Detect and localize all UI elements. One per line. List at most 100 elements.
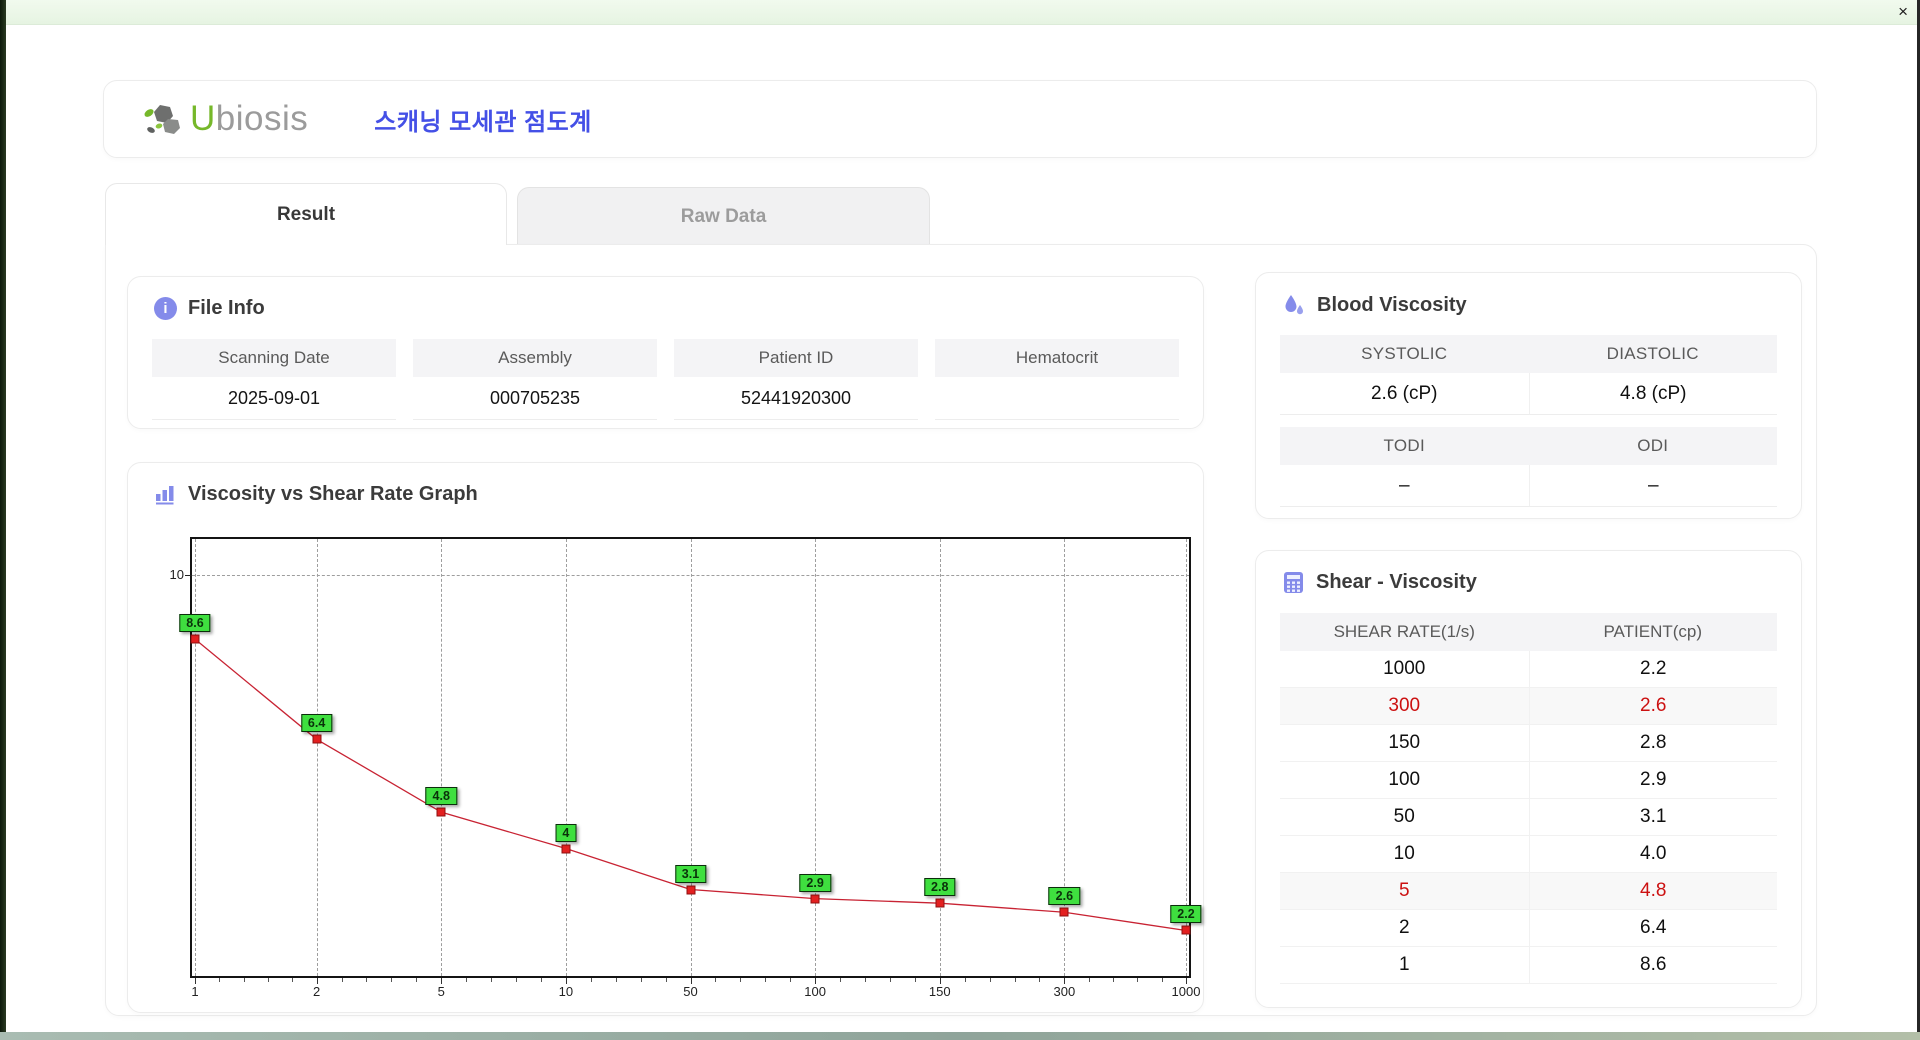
patient-cell: 2.2 (1528, 651, 1778, 687)
shear-rate-cell: 1000 (1383, 658, 1426, 679)
shear-rate-cell: 5 (1398, 880, 1410, 901)
file-info-field-label: Assembly (413, 339, 657, 377)
table-row: 5 4.8 (1280, 873, 1777, 910)
file-info-field-value: 2025-09-01 (152, 377, 396, 420)
odi-header: ODI (1528, 427, 1777, 465)
x-tick-label: 300 (1053, 984, 1076, 999)
x-minor-tick (1039, 978, 1041, 982)
chart-x-axis-labels: 1 2 5 10 50 100 150 300 1000 (191, 984, 1200, 1004)
x-minor-tick (219, 978, 221, 982)
window-titlebar: × (6, 0, 1920, 25)
blood-viscosity-title: Blood Viscosity (1317, 293, 1467, 316)
diastolic-value: 4.8 (cP) (1528, 373, 1777, 415)
todi-header: TODI (1280, 427, 1529, 465)
app-window: × Ubiosis 스캐닝 모세관 점도계 Result Raw Data i … (0, 0, 1920, 1040)
x-minor-tick (989, 978, 991, 982)
x-minor-tick (292, 978, 294, 982)
shear-rate-cell: 2 (1398, 917, 1410, 938)
file-info-field-label: Hematocrit (935, 339, 1179, 377)
odi-value: – (1528, 465, 1777, 507)
y-tick-mark (185, 575, 192, 577)
viscosity-graph-card: Viscosity vs Shear Rate Graph 10 8.6 6.4 4.… (127, 462, 1204, 1013)
data-point-label: 2.2 (1170, 905, 1202, 924)
file-info-field: Patient ID 52441920300 (674, 339, 918, 420)
x-minor-tick (864, 978, 866, 982)
x-tick-label: 150 (928, 984, 951, 999)
x-minor-tick (341, 978, 343, 982)
shear-rate-cell: 100 (1388, 769, 1421, 790)
data-point-marker (190, 634, 200, 644)
shear-viscosity-table: SHEAR RATE(1/s) PATIENT(cp) 1000 2.2 300 2.… (1280, 613, 1777, 984)
todi-value: – (1280, 465, 1529, 507)
data-point-marker (1059, 907, 1069, 917)
x-minor-tick (840, 978, 842, 982)
tab-result[interactable]: Result (105, 183, 507, 245)
data-point-label: 6.4 (300, 714, 333, 733)
ubiosis-logo-text: Ubiosis (190, 99, 309, 138)
data-point-marker (935, 898, 945, 908)
systolic-header: SYSTOLIC (1280, 335, 1529, 373)
file-info-card: i File Info Scanning Date 2025-09-01 Ass… (127, 276, 1204, 429)
shear-rate-cell: 50 (1393, 806, 1415, 827)
systolic-value: 2.6 (cP) (1280, 373, 1529, 415)
x-minor-tick (914, 978, 916, 982)
shear-table-header: SHEAR RATE(1/s) PATIENT(cp) (1280, 613, 1777, 651)
shear-rate-cell: 10 (1393, 843, 1415, 864)
file-info-field-value: 000705235 (413, 377, 657, 420)
shear-viscosity-card: Shear - Viscosity SHEAR RATE(1/s) PATIEN… (1255, 550, 1802, 1008)
shear-rate-column-header: SHEAR RATE(1/s) (1333, 622, 1475, 641)
bar-chart-icon (156, 486, 174, 505)
x-minor-tick (715, 978, 717, 982)
x-minor-tick (790, 978, 792, 982)
x-minor-tick (466, 978, 468, 982)
file-info-field-label: Scanning Date (152, 339, 396, 377)
x-tick-label: 10 (558, 984, 574, 999)
blood-viscosity-card: Blood Viscosity SYSTOLIC DIASTOLIC 2.6 (… (1255, 272, 1802, 519)
file-info-field-value: 52441920300 (674, 377, 918, 420)
table-row: 10 4.0 (1280, 836, 1777, 873)
table-row: 100 2.9 (1280, 762, 1777, 799)
x-minor-tick (590, 978, 592, 982)
file-info-field: Hematocrit (935, 339, 1179, 420)
close-icon[interactable]: × (1898, 1, 1908, 23)
table-row: 300 2.6 (1280, 688, 1777, 725)
x-minor-tick (540, 978, 542, 982)
data-point-marker (561, 844, 571, 854)
data-point-marker (686, 885, 695, 894)
patient-cell: 6.4 (1528, 910, 1778, 946)
ubiosis-logo-icon (144, 105, 180, 134)
data-point-label: 4.8 (425, 787, 457, 806)
data-point-marker (1181, 925, 1191, 935)
data-point-label: 3.1 (674, 864, 707, 883)
x-minor-tick (1014, 978, 1016, 982)
window-left-border (0, 0, 6, 1032)
x-minor-tick (615, 978, 617, 982)
shear-rate-cell: 300 (1388, 695, 1421, 716)
window-bottom-border (0, 1032, 1920, 1040)
tab-raw-data[interactable]: Raw Data (517, 187, 930, 245)
x-minor-tick (416, 978, 418, 982)
x-tick-label: 100 (804, 984, 826, 999)
table-row: 1 8.6 (1280, 947, 1777, 984)
patient-cell: 4.0 (1528, 836, 1778, 872)
shear-rate-cell: 150 (1388, 732, 1421, 753)
x-minor-tick (964, 978, 966, 982)
x-tick-label: 50 (683, 984, 698, 999)
data-point-label: 2.8 (924, 878, 956, 897)
x-minor-tick (267, 978, 269, 982)
x-minor-tick (366, 978, 368, 982)
x-minor-tick (516, 978, 518, 982)
x-tick-label: 1 (191, 984, 199, 999)
data-point-label: 4 (555, 823, 577, 842)
calculator-icon (1284, 572, 1303, 593)
file-info-field-value (935, 377, 1179, 420)
data-point-marker (312, 734, 322, 744)
page-title: 스캐닝 모세관 점도계 (374, 108, 592, 136)
shear-viscosity-title: Shear - Viscosity (1316, 571, 1477, 593)
patient-cell: 4.8 (1528, 873, 1778, 909)
droplets-icon (1285, 295, 1303, 315)
file-info-field: Assembly 000705235 (413, 339, 657, 420)
x-tick-label: 1000 (1171, 984, 1201, 999)
graph-title: Viscosity vs Shear Rate Graph (188, 483, 478, 505)
patient-cell: 2.6 (1528, 688, 1778, 724)
